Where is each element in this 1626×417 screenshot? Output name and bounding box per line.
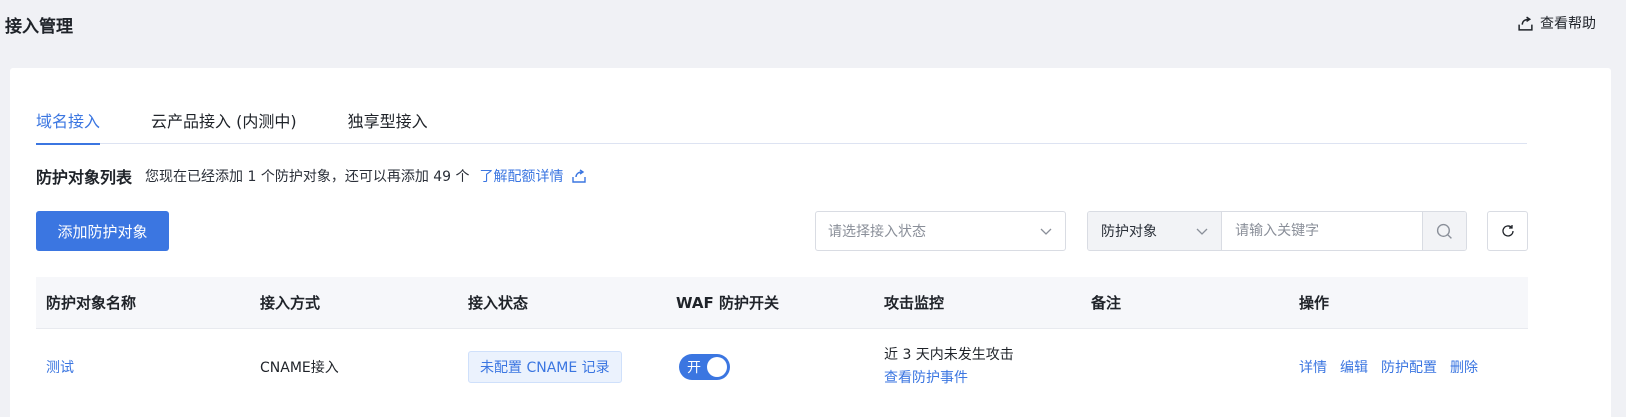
object-name-link[interactable]: 测试 bbox=[46, 360, 74, 376]
list-title: 防护对象列表 bbox=[36, 168, 133, 187]
access-status-placeholder: 请选择接入状态 bbox=[828, 224, 926, 240]
column-header: 操作 bbox=[1299, 294, 1330, 312]
list-header: 防护对象列表 您现在已经添加 1 个防护对象，还可以再添加 49 个 了解配额详… bbox=[36, 164, 587, 188]
table-header: 防护对象名称 接入方式 接入状态 WAF 防护开关 攻击监控 备注 操作 bbox=[36, 277, 1528, 329]
protected-objects-table: 防护对象名称 接入方式 接入状态 WAF 防护开关 攻击监控 备注 操作 测试 … bbox=[36, 277, 1528, 405]
external-link-icon bbox=[571, 169, 586, 183]
search-type-value: 防护对象 bbox=[1101, 224, 1157, 240]
toggle-knob bbox=[707, 357, 727, 377]
keyword-input[interactable] bbox=[1222, 212, 1423, 250]
tab-domain-access[interactable]: 域名接入 bbox=[36, 104, 101, 145]
help-link[interactable]: 查看帮助 bbox=[1517, 13, 1596, 33]
tab-cloud-product-access[interactable]: 云产品接入 (内测中) bbox=[151, 104, 297, 144]
attack-monitor-text: 近 3 天内未发生攻击 bbox=[884, 347, 1014, 363]
search-icon bbox=[1436, 223, 1452, 239]
waf-protection-toggle[interactable]: 开 bbox=[679, 354, 730, 380]
column-header: WAF 防护开关 bbox=[676, 294, 779, 312]
quota-description: 您现在已经添加 1 个防护对象，还可以再添加 49 个 bbox=[145, 169, 470, 185]
refresh-button[interactable] bbox=[1487, 211, 1528, 251]
add-protected-object-button[interactable]: 添加防护对象 bbox=[36, 211, 169, 251]
chevron-down-icon bbox=[1196, 228, 1208, 235]
main-card: 域名接入 云产品接入 (内测中) 独享型接入 防护对象列表 您现在已经添加 1 … bbox=[10, 68, 1611, 417]
search-type-select[interactable]: 防护对象 bbox=[1088, 212, 1223, 250]
tab-dedicated-access[interactable]: 独享型接入 bbox=[348, 104, 428, 144]
page-title: 接入管理 bbox=[5, 17, 73, 37]
row-actions: 详情 编辑 防护配置 删除 bbox=[1289, 357, 1528, 377]
refresh-icon bbox=[1501, 225, 1514, 237]
view-events-link[interactable]: 查看防护事件 bbox=[884, 367, 1081, 390]
chevron-down-icon bbox=[1040, 228, 1052, 235]
table-row: 测试 CNAME接入 未配置 CNAME 记录 开 近 3 天内未发生攻击 查看… bbox=[36, 329, 1528, 405]
protection-config-action[interactable]: 防护配置 bbox=[1381, 357, 1437, 377]
tab-bar: 域名接入 云产品接入 (内测中) 独享型接入 bbox=[36, 104, 1527, 145]
column-header: 攻击监控 bbox=[884, 294, 945, 312]
access-status-select[interactable]: 请选择接入状态 bbox=[815, 211, 1066, 251]
toggle-label: 开 bbox=[687, 360, 701, 376]
quota-details-label: 了解配额详情 bbox=[479, 169, 564, 185]
quota-details-link[interactable]: 了解配额详情 bbox=[480, 166, 587, 186]
search-button[interactable] bbox=[1422, 212, 1466, 250]
help-link-label: 查看帮助 bbox=[1540, 16, 1596, 32]
details-action[interactable]: 详情 bbox=[1299, 357, 1327, 377]
status-badge: 未配置 CNAME 记录 bbox=[468, 351, 622, 383]
column-header: 接入状态 bbox=[468, 294, 529, 312]
column-header: 防护对象名称 bbox=[46, 294, 137, 312]
external-link-icon bbox=[1518, 16, 1533, 31]
column-header: 接入方式 bbox=[260, 294, 321, 312]
access-method: CNAME接入 bbox=[260, 360, 339, 376]
edit-action[interactable]: 编辑 bbox=[1340, 357, 1368, 377]
delete-action[interactable]: 删除 bbox=[1450, 357, 1478, 377]
search-group: 防护对象 bbox=[1087, 211, 1467, 251]
column-header: 备注 bbox=[1091, 294, 1122, 312]
